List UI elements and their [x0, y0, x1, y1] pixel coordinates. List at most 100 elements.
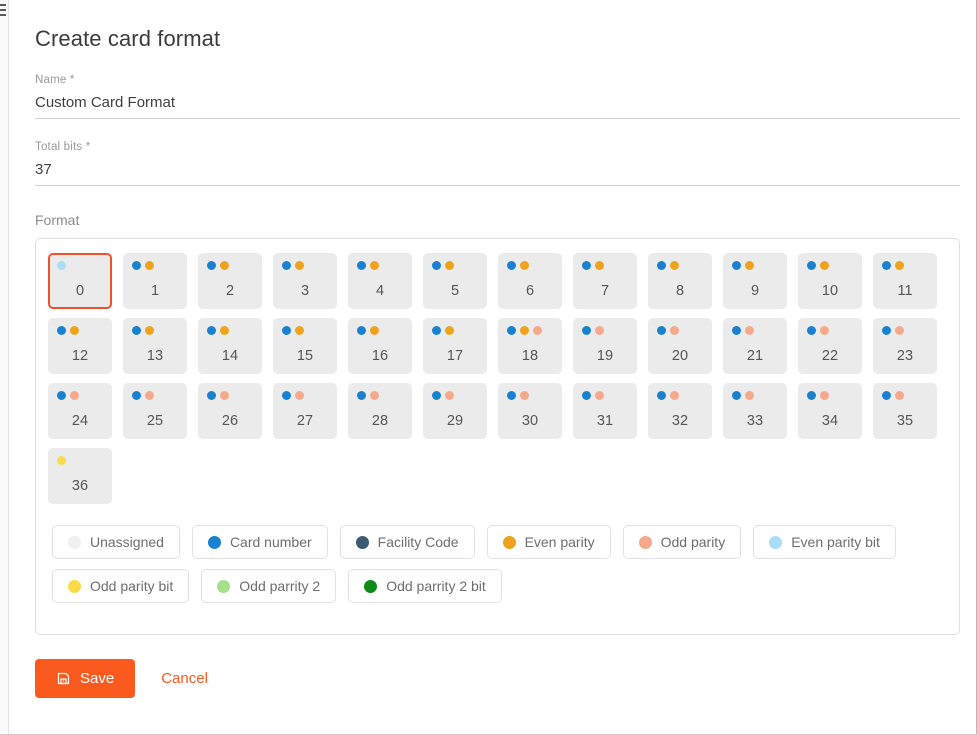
bit-number-label: 32	[671, 412, 689, 429]
legend-chip-odd-parity-bit[interactable]: Odd parity bit	[52, 569, 190, 603]
bit-number-label: 10	[821, 282, 839, 299]
card-number-dot-icon	[207, 391, 216, 400]
facility-code-swatch-icon	[355, 535, 369, 549]
save-icon	[57, 672, 70, 685]
total-bits-input[interactable]	[35, 156, 960, 186]
save-button[interactable]: Save	[35, 659, 136, 698]
bit-cell[interactable]: 24	[48, 383, 112, 439]
bit-dot-group	[282, 391, 304, 400]
bit-dot-group	[432, 326, 454, 335]
odd-parity-swatch-icon	[638, 535, 652, 549]
bit-cell[interactable]: 6	[498, 253, 562, 309]
bit-dot-group	[882, 261, 904, 270]
even-parity-dot-icon	[220, 261, 229, 270]
bit-cell[interactable]: 10	[798, 253, 862, 309]
bit-number-label: 7	[600, 282, 610, 299]
bit-cell[interactable]: 31	[573, 383, 637, 439]
bit-number-label: 2	[225, 282, 235, 299]
odd-parity-dot-icon	[820, 326, 829, 335]
bit-cell[interactable]: 16	[348, 318, 412, 374]
bit-cell[interactable]: 35	[873, 383, 937, 439]
bit-number-label: 4	[375, 282, 385, 299]
card-number-dot-icon	[507, 326, 516, 335]
bit-cell[interactable]: 11	[873, 253, 937, 309]
bit-dot-group	[732, 391, 754, 400]
bit-cell[interactable]: 23	[873, 318, 937, 374]
bit-number-label: 36	[71, 477, 89, 494]
total-bits-field-group: Total bits *	[35, 141, 960, 186]
bit-cell[interactable]: 8	[648, 253, 712, 309]
bit-number-label: 28	[371, 412, 389, 429]
legend-label: Odd parity	[660, 534, 726, 550]
bit-cell[interactable]: 17	[423, 318, 487, 374]
bit-cell[interactable]: 30	[498, 383, 562, 439]
even-parity-dot-icon	[145, 261, 154, 270]
bit-number-label: 22	[821, 347, 839, 364]
card-number-dot-icon	[132, 326, 141, 335]
card-number-dot-icon	[432, 326, 441, 335]
bit-dot-group	[432, 261, 454, 270]
even-parity-dot-icon	[370, 326, 379, 335]
legend-chip-unassigned[interactable]: Unassigned	[52, 525, 180, 559]
bit-cell[interactable]: 28	[348, 383, 412, 439]
bit-cell[interactable]: 0	[48, 253, 112, 309]
name-input[interactable]	[35, 89, 960, 119]
even-parity-swatch-icon	[502, 535, 516, 549]
bit-cell[interactable]: 14	[198, 318, 262, 374]
legend-chip-card-number[interactable]: Card number	[191, 525, 328, 559]
bit-number-label: 26	[221, 412, 239, 429]
legend-chip-even-parity-bit[interactable]: Even parity bit	[753, 525, 896, 559]
card-number-dot-icon	[582, 261, 591, 270]
bit-cell[interactable]: 7	[573, 253, 637, 309]
bit-cell[interactable]: 1	[123, 253, 187, 309]
odd-parity-bit-dot-icon	[57, 456, 66, 465]
legend-chip-odd-parrity-2-bit[interactable]: Odd parrity 2 bit	[348, 569, 502, 603]
bit-cell[interactable]: 25	[123, 383, 187, 439]
even-parity-bit-dot-icon	[57, 261, 66, 270]
bit-cell[interactable]: 12	[48, 318, 112, 374]
bit-cell[interactable]: 26	[198, 383, 262, 439]
cancel-button[interactable]: Cancel	[161, 670, 208, 687]
bit-cell[interactable]: 18	[498, 318, 562, 374]
bit-cell[interactable]: 29	[423, 383, 487, 439]
bit-cell[interactable]: 33	[723, 383, 787, 439]
legend-chip-even-parity[interactable]: Even parity	[486, 525, 611, 559]
hamburger-menu-icon[interactable]	[0, 4, 6, 20]
bit-number-label: 35	[896, 412, 914, 429]
legend-chip-odd-parity[interactable]: Odd parity	[622, 525, 742, 559]
bit-dot-group	[282, 326, 304, 335]
legend-chip-odd-parrity-2[interactable]: Odd parrity 2	[201, 569, 337, 603]
card-number-dot-icon	[282, 326, 291, 335]
bit-cell[interactable]: 34	[798, 383, 862, 439]
card-number-dot-icon	[132, 391, 141, 400]
bit-cell[interactable]: 22	[798, 318, 862, 374]
bit-cell[interactable]: 21	[723, 318, 787, 374]
bit-cell[interactable]: 27	[273, 383, 337, 439]
bit-cell[interactable]: 32	[648, 383, 712, 439]
odd-parity-dot-icon	[295, 391, 304, 400]
bit-dot-group	[507, 261, 529, 270]
create-card-format-screen: Create card format Name * Total bits * F…	[0, 0, 977, 735]
bit-number-label: 0	[75, 282, 85, 299]
card-number-dot-icon	[807, 261, 816, 270]
legend-chip-facility-code[interactable]: Facility Code	[339, 525, 475, 559]
bit-cell[interactable]: 4	[348, 253, 412, 309]
bit-cell[interactable]: 19	[573, 318, 637, 374]
unassigned-swatch-icon	[68, 535, 81, 549]
bit-number-label: 21	[746, 347, 764, 364]
bit-dot-group	[357, 326, 379, 335]
bit-cell[interactable]: 3	[273, 253, 337, 309]
odd-parity-dot-icon	[895, 326, 904, 335]
bit-cell[interactable]: 15	[273, 318, 337, 374]
bit-cell[interactable]: 9	[723, 253, 787, 309]
card-number-dot-icon	[207, 326, 216, 335]
bit-dot-group	[732, 261, 754, 270]
bit-dot-group	[132, 391, 154, 400]
bit-cell[interactable]: 20	[648, 318, 712, 374]
bit-cell[interactable]: 36	[48, 448, 112, 504]
bit-cell[interactable]: 5	[423, 253, 487, 309]
bit-cell[interactable]: 2	[198, 253, 262, 309]
bit-cell[interactable]: 13	[123, 318, 187, 374]
legend-label: Unassigned	[90, 534, 164, 550]
bit-dot-group	[57, 456, 66, 465]
